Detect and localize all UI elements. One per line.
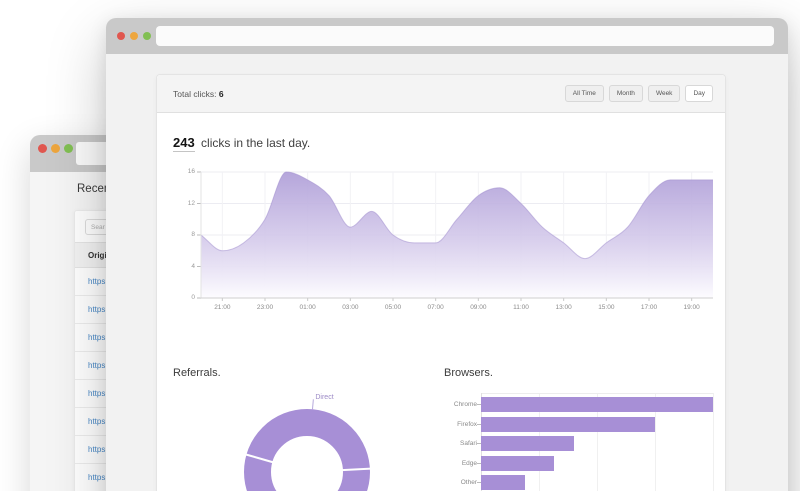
browsers-heading: Browsers. — [444, 367, 493, 379]
time-filter-group: All Time Month WeekDay — [565, 85, 713, 102]
url-bar[interactable] — [156, 26, 774, 46]
bar-other[interactable] — [481, 475, 525, 490]
total-clicks-label: Total clicks: 6 — [173, 89, 224, 99]
maximize-traffic-light-icon[interactable] — [64, 144, 73, 153]
x-axis-label: 17:00 — [634, 304, 664, 311]
origin-link[interactable]: https: — [88, 361, 108, 370]
x-axis-label: 21:00 — [207, 304, 237, 311]
bar-gridline — [713, 393, 714, 491]
card-header: Total clicks: 6 All Time Month WeekDay — [157, 75, 725, 113]
filter-button-day[interactable]: Day — [685, 85, 713, 102]
x-axis-label: 05:00 — [378, 304, 408, 311]
filter-button-all-time[interactable]: All Time — [565, 85, 604, 102]
x-axis-label: 09:00 — [463, 304, 493, 311]
bar-plot-border — [481, 393, 713, 394]
x-axis-label: 15:00 — [591, 304, 621, 311]
clicks-count: 243 — [173, 135, 195, 152]
x-axis-label: 13:00 — [549, 304, 579, 311]
x-axis-label: 19:00 — [677, 304, 707, 311]
bar-tick — [477, 482, 481, 483]
origin-link[interactable]: https: — [88, 445, 108, 454]
area-plot — [201, 172, 713, 298]
main-browser-window: Total clicks: 6 All Time Month WeekDay 243… — [106, 18, 788, 491]
headline: 243 clicks in the last day. — [173, 135, 310, 150]
y-axis-label: 16 — [157, 168, 195, 175]
page: Recen Origi https:https:https:https:http… — [0, 0, 800, 491]
bar-tick — [477, 463, 481, 464]
y-axis-label: 0 — [157, 294, 195, 301]
bar-label-edge: Edge — [407, 460, 477, 467]
x-axis-label: 07:00 — [421, 304, 451, 311]
referrals-heading: Referrals. — [173, 367, 221, 379]
total-clicks-value: 6 — [219, 89, 224, 99]
bar-tick — [477, 404, 481, 405]
bar-tick — [477, 424, 481, 425]
headline-text: clicks in the last day. — [201, 136, 310, 150]
x-axis-label: 23:00 — [250, 304, 280, 311]
origin-link[interactable]: https: — [88, 277, 108, 286]
clicks-dashboard-card: Total clicks: 6 All Time Month WeekDay 243… — [156, 74, 726, 491]
origin-link[interactable]: https: — [88, 417, 108, 426]
bar-firefox[interactable] — [481, 417, 655, 432]
y-axis-label: 12 — [157, 200, 195, 207]
origin-link[interactable]: https: — [88, 333, 108, 342]
filter-button-week[interactable]: Week — [648, 85, 681, 102]
maximize-traffic-light-icon[interactable] — [143, 32, 151, 40]
browsers-bar-chart: Chrome Firefox Safari Edge Other — [157, 393, 727, 491]
clicks-area-chart: 0 4 8 12 16 21:00 23:00 01:00 03:00 05:00 07:00 09:… — [157, 165, 727, 325]
bar-edge[interactable] — [481, 456, 554, 471]
close-traffic-light-icon[interactable] — [38, 144, 47, 153]
bar-label-other: Other — [407, 479, 477, 486]
minimize-traffic-light-icon[interactable] — [130, 32, 138, 40]
bar-chrome[interactable] — [481, 397, 713, 412]
bar-label-chrome: Chrome — [407, 401, 477, 408]
x-axis-label: 01:00 — [293, 304, 323, 311]
filter-button-month[interactable]: Month — [609, 85, 643, 102]
close-traffic-light-icon[interactable] — [117, 32, 125, 40]
x-axis-label: 03:00 — [335, 304, 365, 311]
bar-label-safari: Safari — [407, 440, 477, 447]
origin-link[interactable]: https: — [88, 305, 108, 314]
main-window-titlebar — [106, 18, 788, 54]
bar-label-firefox: Firefox — [407, 421, 477, 428]
bar-safari[interactable] — [481, 436, 574, 451]
bar-tick — [477, 443, 481, 444]
minimize-traffic-light-icon[interactable] — [51, 144, 60, 153]
origin-link[interactable]: https: — [88, 389, 108, 398]
y-axis-label: 4 — [157, 263, 195, 270]
origin-link[interactable]: https: — [88, 473, 108, 482]
x-axis-label: 11:00 — [506, 304, 536, 311]
total-clicks-text: Total clicks: — [173, 89, 216, 99]
y-axis-label: 8 — [157, 231, 195, 238]
